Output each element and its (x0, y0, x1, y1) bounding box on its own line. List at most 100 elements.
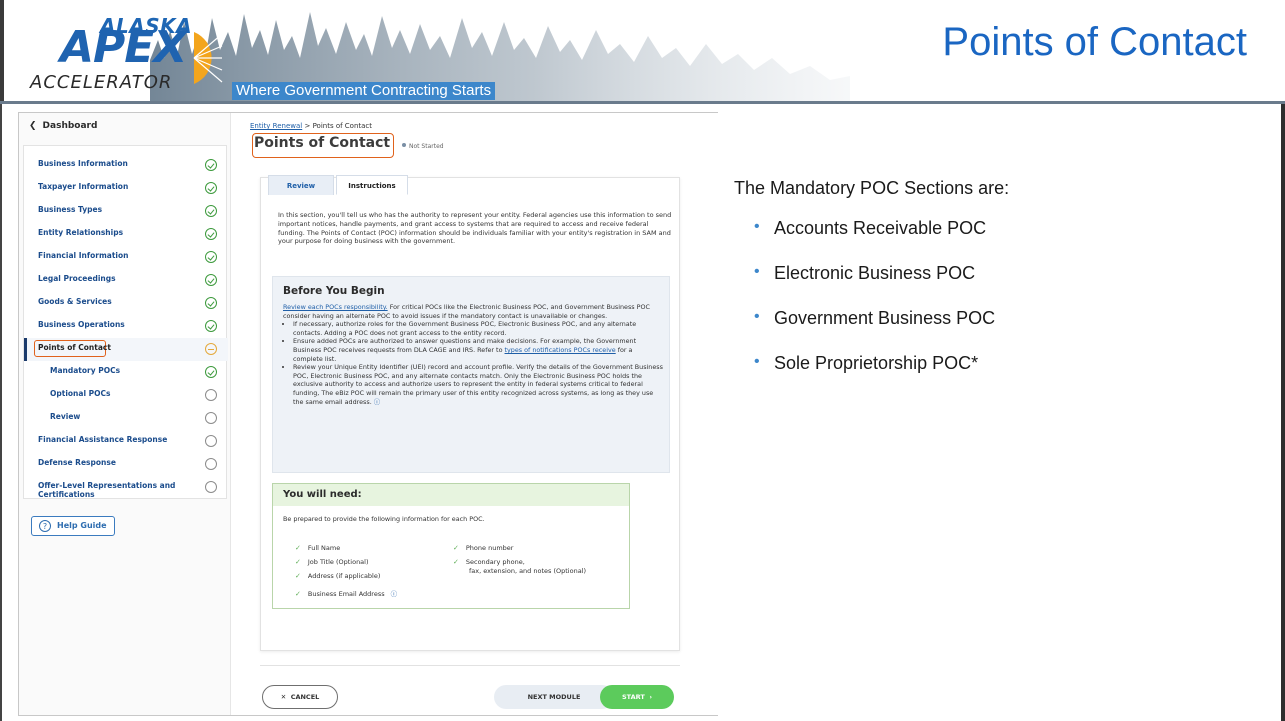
sidebar-item-business-types[interactable]: Business Types (24, 200, 228, 223)
empty-circle-icon (205, 458, 217, 470)
section-nav: Business Information Taxpayer Informatio… (23, 145, 228, 499)
sidebar-item-taxpayer-information[interactable]: Taxpayer Information (24, 177, 228, 200)
list-item: ✓ Secondary phone, (453, 558, 525, 566)
sidebar-item-label: Entity Relationships (38, 228, 124, 237)
dashboard-back-link[interactable]: ❮ Dashboard (29, 121, 97, 131)
check-circle-icon (205, 182, 217, 194)
sidebar-item-financial-assistance-response[interactable]: Financial Assistance Response (24, 430, 228, 453)
list-item-text: Sole Proprietorship POC* (774, 353, 979, 373)
help-guide-button[interactable]: ? Help Guide (31, 516, 115, 536)
logo-text-main: APEX (60, 22, 187, 73)
list-item: If necessary, authorize roles for the Go… (293, 320, 663, 337)
list-item: ✓ Address (if applicable) (295, 572, 380, 580)
sidebar-item-business-operations[interactable]: Business Operations (24, 315, 228, 338)
sidebar-item-label: Defense Response (38, 458, 116, 467)
close-icon: ✕ (280, 693, 287, 701)
check-icon: ✓ (453, 558, 459, 566)
sidebar-item-mandatory-pocs[interactable]: Mandatory POCs (24, 361, 228, 384)
start-button[interactable]: START › (600, 685, 674, 709)
sidebar-item-financial-information[interactable]: Financial Information (24, 246, 228, 269)
status-badge: Not Started (402, 143, 444, 150)
list-item: ✓ Business Email Address ⓘ (295, 588, 397, 598)
you-will-need-header: You will need: (273, 484, 629, 506)
start-label: START (621, 693, 645, 701)
info-icon[interactable]: ⓘ (374, 398, 380, 406)
tab-review[interactable]: Review (268, 175, 334, 195)
sidebar-item-optional-pocs[interactable]: Optional POCs (24, 384, 228, 407)
cancel-label: CANCEL (290, 693, 320, 701)
frame-edge (0, 0, 4, 104)
check-icon: ✓ (295, 590, 301, 598)
before-you-begin-panel: Before You Begin Review each POCs respon… (272, 276, 670, 473)
check-icon: ✓ (295, 558, 301, 566)
next-module-label: NEXT MODULE (527, 693, 581, 701)
before-you-begin-body: Review each POCs responsibility. For cri… (283, 303, 663, 406)
sam-app-screenshot: ❮ Dashboard Business Information Taxpayer… (18, 112, 718, 716)
question-circle-icon: ? (39, 520, 51, 532)
need-item-label: Address (if applicable) (307, 572, 381, 580)
list-item: • Electronic Business POC (754, 263, 995, 308)
check-circle-icon (205, 228, 217, 240)
chevron-left-icon: ❮ (29, 121, 37, 131)
slide-title: Points of Contact (942, 20, 1247, 64)
need-item-continuation: fax, extension, and notes (Optional) (469, 567, 587, 575)
sidebar-item-label: Legal Proceedings (38, 274, 116, 283)
sidebar: ❮ Dashboard Business Information Taxpayer… (19, 113, 231, 715)
tagline: Where Government Contracting Starts (232, 82, 496, 100)
check-circle-icon (205, 320, 217, 332)
frame-edge-left (0, 104, 2, 721)
empty-circle-icon (205, 481, 217, 493)
list-item: ✓ Job Title (Optional) (295, 558, 369, 566)
notification-types-link[interactable]: types of notifications POCs receive (505, 346, 616, 354)
active-indicator (24, 338, 27, 361)
empty-circle-icon (205, 435, 217, 447)
before-you-begin-heading: Before You Begin (283, 285, 385, 297)
banner-divider (0, 101, 1285, 104)
list-item-text: Government Business POC (774, 308, 996, 328)
sidebar-item-entity-relationships[interactable]: Entity Relationships (24, 223, 228, 246)
list-item: Ensure added POCs are authorized to answ… (293, 337, 663, 363)
next-module-button[interactable]: NEXT MODULE (494, 685, 614, 709)
list-item: ✓ Phone number (453, 544, 513, 552)
sidebar-item-label: Financial Assistance Response (38, 435, 168, 444)
status-dot-icon (402, 143, 406, 147)
sidebar-item-goods-services[interactable]: Goods & Services (24, 292, 228, 315)
chevron-right-icon: › (649, 693, 652, 701)
sidebar-item-label: Points of Contact (38, 343, 111, 352)
sidebar-item-defense-response[interactable]: Defense Response (24, 453, 228, 476)
sidebar-item-points-of-contact[interactable]: Points of Contact (24, 338, 228, 361)
list-item: • Accounts Receivable POC (754, 218, 995, 263)
check-circle-icon (205, 297, 217, 309)
check-circle-icon (205, 159, 217, 171)
page-title: Points of Contact (254, 135, 391, 151)
bullet-icon: • (754, 218, 760, 235)
sidebar-item-label: Goods & Services (38, 297, 112, 306)
sidebar-item-label: Business Types (38, 205, 103, 214)
sidebar-item-review[interactable]: Review (24, 407, 228, 430)
sidebar-item-label: Mandatory POCs (50, 366, 121, 375)
apex-logo: ALASKA APEX ACCELERATOR (30, 14, 230, 94)
intro-paragraph: In this section, you'll tell us who has … (278, 211, 672, 246)
check-circle-icon (205, 366, 217, 378)
sidebar-item-offer-level-reps-certs[interactable]: Offer-Level Representations and Certific… (24, 476, 228, 499)
main-content: Entity Renewal > Points of Contact Point… (232, 113, 718, 715)
sidebar-item-label: Business Operations (38, 320, 125, 329)
logo-text-bottom: ACCELERATOR (30, 72, 173, 93)
tab-instructions[interactable]: Instructions (336, 175, 408, 195)
info-icon[interactable]: ⓘ (391, 590, 398, 598)
dashboard-label: Dashboard (42, 121, 98, 131)
sidebar-item-label: Offer-Level Representations and Certific… (38, 481, 176, 499)
check-circle-icon (205, 205, 217, 217)
check-icon: ✓ (453, 544, 459, 552)
you-will-need-subtext: Be prepared to provide the following inf… (283, 515, 485, 523)
cancel-button[interactable]: ✕ CANCEL (262, 685, 338, 709)
sidebar-item-legal-proceedings[interactable]: Legal Proceedings (24, 269, 228, 292)
sidebar-item-business-information[interactable]: Business Information (24, 154, 228, 177)
poc-responsibility-link[interactable]: Review each POCs responsibility. (283, 303, 388, 311)
slide-banner: ALASKA APEX ACCELERATOR Where Government… (0, 0, 1285, 104)
check-icon: ✓ (295, 572, 301, 580)
list-item-text: Accounts Receivable POC (774, 218, 987, 238)
breadcrumb-link-entity-renewal[interactable]: Entity Renewal (250, 122, 302, 130)
sidebar-item-label: Optional POCs (50, 389, 111, 398)
list-item: • Sole Proprietorship POC* (754, 353, 995, 398)
